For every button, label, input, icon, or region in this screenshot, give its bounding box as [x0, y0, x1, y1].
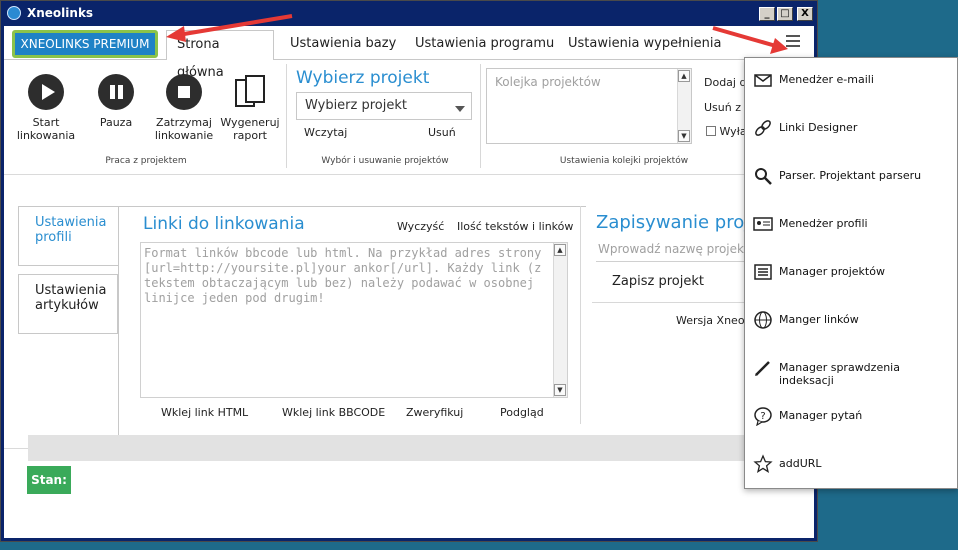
annotation-arrows [166, 14, 788, 54]
arrow-to-menu [712, 26, 788, 54]
arrow-to-premium [166, 14, 293, 42]
